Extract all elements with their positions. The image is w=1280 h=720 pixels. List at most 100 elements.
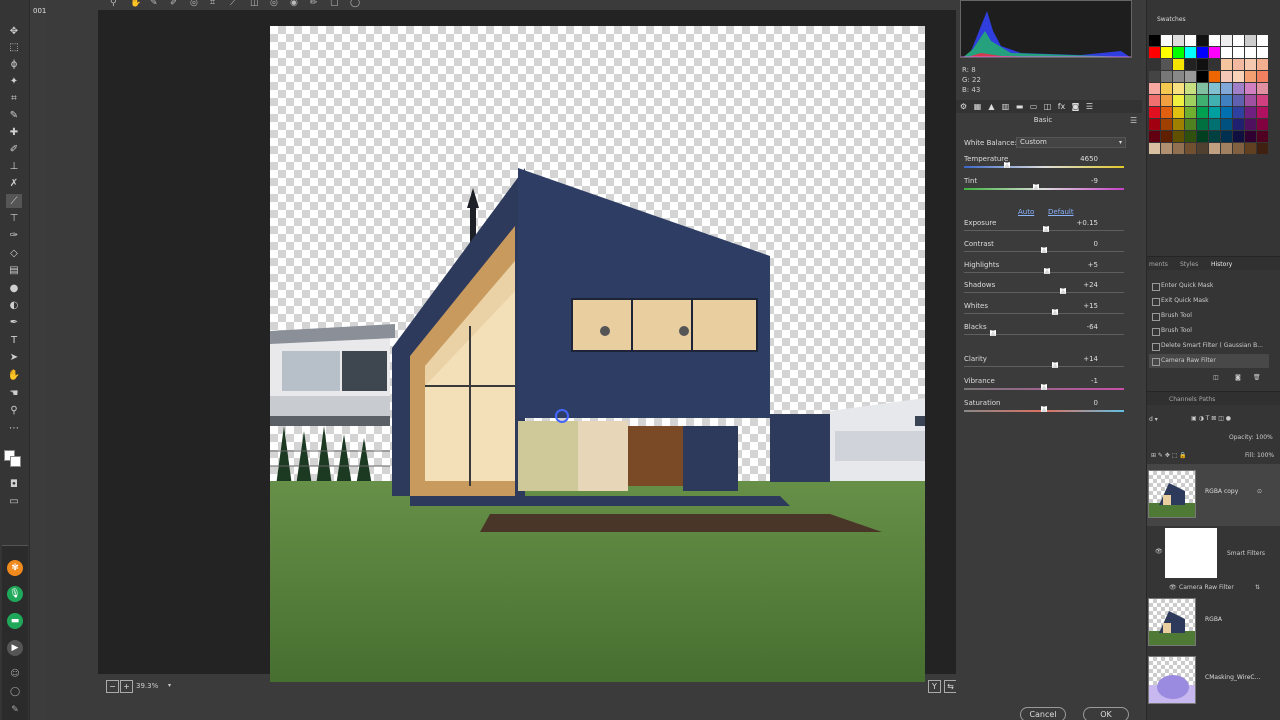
swatch[interactable] xyxy=(1185,107,1196,118)
swatch[interactable] xyxy=(1161,59,1172,70)
layer-cmasking[interactable]: CMasking_WireC... xyxy=(1147,650,1280,712)
slider-clarity[interactable]: Clarity +14 xyxy=(964,355,1126,375)
swatch[interactable] xyxy=(1161,35,1172,46)
swatch[interactable] xyxy=(1233,131,1244,142)
swatch[interactable] xyxy=(1209,119,1220,130)
slider-value[interactable]: +15 xyxy=(1083,302,1098,310)
eye-icon[interactable]: 👁 xyxy=(1169,584,1177,591)
color-sampler-tool-icon[interactable]: ✐ xyxy=(170,0,178,8)
slider-value[interactable]: -64 xyxy=(1087,323,1098,331)
swatch[interactable] xyxy=(1209,83,1220,94)
swatch[interactable] xyxy=(1197,95,1208,106)
swatch[interactable] xyxy=(1221,59,1232,70)
swatch[interactable] xyxy=(1149,47,1160,58)
auto-link[interactable]: Auto xyxy=(1018,208,1034,216)
camera-icon[interactable]: ◙ xyxy=(1235,374,1241,381)
zoom-dropdown-icon[interactable]: ▾ xyxy=(168,682,171,689)
swatch[interactable] xyxy=(1233,95,1244,106)
lock-icons[interactable]: ⊞ ✎ ✥ ⬚ 🔒 xyxy=(1151,452,1187,459)
swatch[interactable] xyxy=(1173,59,1184,70)
swatch[interactable] xyxy=(1233,143,1244,154)
swatch[interactable] xyxy=(1185,47,1196,58)
slider-thumb[interactable] xyxy=(1041,384,1047,390)
tab-adjustments[interactable]: ments xyxy=(1149,261,1168,268)
history-item[interactable]: Brush Tool xyxy=(1149,324,1269,338)
swatch[interactable] xyxy=(1185,59,1196,70)
swatch[interactable] xyxy=(1161,95,1172,106)
swatch[interactable] xyxy=(1197,71,1208,82)
slider-track[interactable] xyxy=(964,334,1124,335)
filter-options-icon[interactable]: ⇅ xyxy=(1255,584,1260,591)
smart-filter-mask[interactable] xyxy=(1165,528,1217,578)
slider-whites[interactable]: Whites +15 xyxy=(964,302,1126,322)
swatch[interactable] xyxy=(1173,35,1184,46)
swatch[interactable] xyxy=(1185,95,1196,106)
swatch[interactable] xyxy=(1233,47,1244,58)
swatch[interactable] xyxy=(1245,59,1256,70)
history-item[interactable]: Exit Quick Mask xyxy=(1149,294,1269,308)
swatch[interactable] xyxy=(1173,83,1184,94)
red-eye-tool-icon[interactable]: ◉ xyxy=(290,0,298,8)
history-item[interactable]: Brush Tool xyxy=(1149,309,1269,323)
tab-history[interactable]: History xyxy=(1211,261,1232,268)
slider-thumb[interactable] xyxy=(1004,162,1011,168)
swatch[interactable] xyxy=(1233,83,1244,94)
hand-tool-icon[interactable]: ☚ xyxy=(6,386,22,400)
pencil-icon[interactable]: ✎ xyxy=(7,702,23,718)
slider-track[interactable] xyxy=(964,166,1124,168)
swatch[interactable] xyxy=(1221,107,1232,118)
swatch[interactable] xyxy=(1245,95,1256,106)
swatch[interactable] xyxy=(1209,131,1220,142)
swatch[interactable] xyxy=(1257,35,1268,46)
zoom-tool-icon[interactable]: ⚲ xyxy=(6,403,22,417)
swatch[interactable] xyxy=(1173,107,1184,118)
swatch[interactable] xyxy=(1173,131,1184,142)
swatch[interactable] xyxy=(1209,143,1220,154)
path-selection-tool-icon[interactable]: ➤ xyxy=(6,350,22,364)
zoom-tool-icon[interactable]: ⚲ xyxy=(110,0,117,8)
swatch[interactable] xyxy=(1173,119,1184,130)
swatch[interactable] xyxy=(1161,143,1172,154)
swatch[interactable] xyxy=(1245,119,1256,130)
swatch[interactable] xyxy=(1209,35,1220,46)
swatch[interactable] xyxy=(1149,143,1160,154)
swatch[interactable] xyxy=(1197,83,1208,94)
history-item[interactable]: Camera Raw Filter xyxy=(1149,354,1269,368)
targeted-adjust-tool-icon[interactable]: ◎ xyxy=(190,0,198,8)
swatch[interactable] xyxy=(1233,71,1244,82)
lasso-icon[interactable]: ◯ xyxy=(7,684,23,700)
swatch[interactable] xyxy=(1197,119,1208,130)
lasso-tool-icon[interactable]: ϕ xyxy=(6,57,22,71)
slider-value[interactable]: 0 xyxy=(1094,399,1098,407)
split-toning-tab-icon[interactable]: ▬ xyxy=(1014,102,1025,112)
preview-image[interactable] xyxy=(270,26,925,682)
swatch[interactable] xyxy=(1245,47,1256,58)
adjustment-brush-tool-icon[interactable]: ✏ xyxy=(310,0,318,8)
visibility-eye-icon[interactable]: 👁 xyxy=(1155,548,1163,555)
microphone-icon[interactable]: 🎙 xyxy=(7,586,23,602)
type-tool-icon[interactable]: T xyxy=(6,333,22,347)
swatch[interactable] xyxy=(1209,59,1220,70)
swatch[interactable] xyxy=(1233,107,1244,118)
swatch[interactable] xyxy=(1197,47,1208,58)
quick-mask-icon[interactable]: ◘ xyxy=(6,477,22,491)
slider-value[interactable]: +5 xyxy=(1088,261,1098,269)
swatch[interactable] xyxy=(1257,83,1268,94)
slider-track[interactable] xyxy=(964,188,1124,190)
slider-thumb[interactable] xyxy=(1052,362,1059,368)
tab-channels[interactable]: Channels xyxy=(1169,396,1197,403)
slider-track[interactable] xyxy=(964,313,1124,314)
clone-stamp-tool-icon[interactable]: ⊥ xyxy=(6,159,22,173)
swatch[interactable] xyxy=(1257,143,1268,154)
swatch[interactable] xyxy=(1185,71,1196,82)
swatch[interactable] xyxy=(1257,95,1268,106)
slider-contrast[interactable]: Contrast 0 xyxy=(964,240,1126,260)
swatch[interactable] xyxy=(1149,119,1160,130)
zoom-level[interactable]: 39.3% xyxy=(136,682,158,690)
slider-tint[interactable]: Tint -9 xyxy=(964,177,1126,197)
hsl-tab-icon[interactable]: ▥ xyxy=(1000,102,1011,112)
swatch[interactable] xyxy=(1233,119,1244,130)
shape-tool-icon[interactable]: ✋ xyxy=(6,368,22,382)
slider-value[interactable]: 0 xyxy=(1094,240,1098,248)
swatch[interactable] xyxy=(1209,71,1220,82)
